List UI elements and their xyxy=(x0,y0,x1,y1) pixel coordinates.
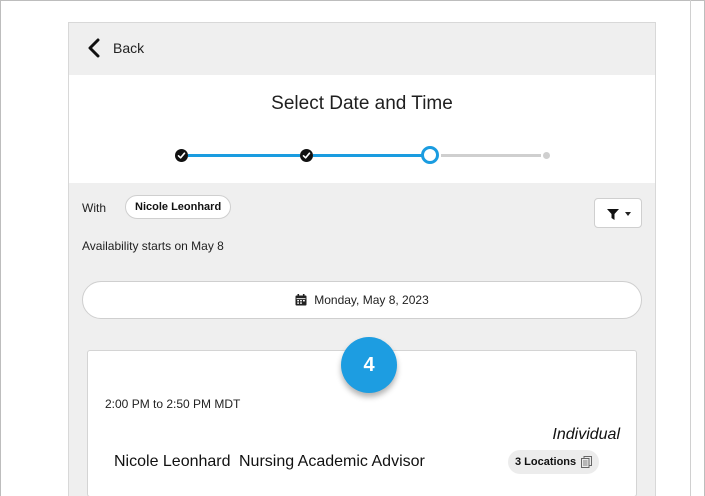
copy-icon xyxy=(576,456,593,468)
back-label: Back xyxy=(113,40,145,56)
step-connector-2 xyxy=(313,154,426,157)
selected-date: Monday, May 8, 2023 xyxy=(314,293,429,307)
page-title: Select Date and Time xyxy=(271,93,453,114)
availability-note: Availability starts on May 8 xyxy=(82,239,224,253)
advisor-chip[interactable]: Nicole Leonhard xyxy=(125,195,232,219)
step-1-complete xyxy=(175,149,188,162)
progress-stepper xyxy=(69,143,655,167)
appointment-type: Individual xyxy=(552,426,620,443)
with-label: With xyxy=(82,201,106,215)
scheduling-panel: Back Select Date and Time With Nicole Le… xyxy=(68,22,656,496)
calendar-icon xyxy=(295,294,314,306)
step-callout-badge: 4 xyxy=(341,337,397,393)
locations-chip[interactable]: 3 Locations xyxy=(508,450,600,474)
page-edge-divider xyxy=(690,0,691,496)
slot-time: 2:00 PM to 2:50 PM MDT xyxy=(105,397,241,411)
advisor-role: Nursing Academic Advisor xyxy=(238,453,425,470)
filter-icon xyxy=(607,209,619,220)
chevron-left-icon xyxy=(87,38,101,58)
filter-button[interactable] xyxy=(594,198,642,228)
advisor-line: Nicole Leonhard Nursing Academic Advisor xyxy=(114,453,425,471)
check-icon xyxy=(177,152,186,159)
check-icon xyxy=(302,152,311,159)
locations-label: 3 Locations xyxy=(515,456,577,468)
chevron-down-icon xyxy=(625,212,631,216)
page-header: Select Date and Time xyxy=(69,75,655,183)
back-button[interactable]: Back xyxy=(87,35,144,61)
step-connector-3 xyxy=(441,154,541,157)
step-3-current xyxy=(421,146,439,164)
date-selector[interactable]: Monday, May 8, 2023 xyxy=(82,281,642,319)
step-2-complete xyxy=(300,149,313,162)
step-connector-1 xyxy=(188,154,300,157)
advisor-name: Nicole Leonhard xyxy=(114,453,231,470)
step-4-pending xyxy=(543,152,550,159)
top-bar: Back xyxy=(69,23,655,75)
